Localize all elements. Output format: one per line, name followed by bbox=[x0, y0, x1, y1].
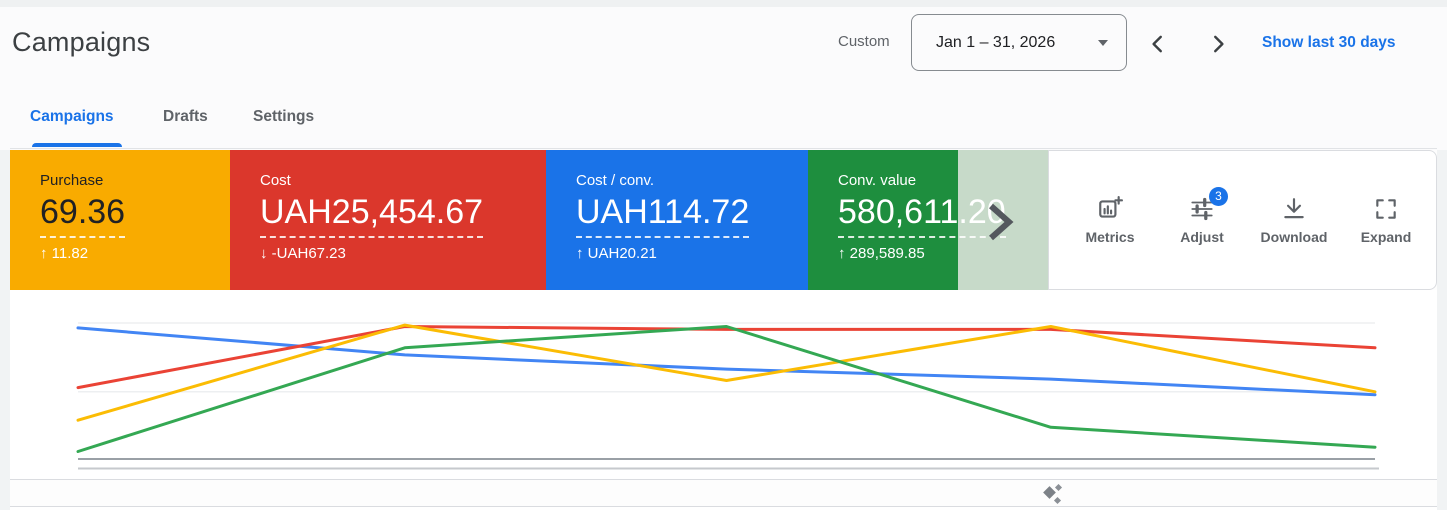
previous-period-button[interactable] bbox=[1144, 30, 1172, 58]
expand-icon bbox=[1373, 196, 1399, 222]
chevron-right-icon bbox=[1207, 33, 1229, 55]
date-range-mode-label: Custom bbox=[838, 33, 890, 50]
series-line-purchase bbox=[78, 325, 1375, 420]
scorecard-value: UAH25,454.67 bbox=[260, 192, 483, 238]
expand-label: Expand bbox=[1361, 229, 1412, 245]
scorecards-next-button[interactable] bbox=[986, 202, 1016, 247]
tab-campaigns[interactable]: Campaigns bbox=[30, 108, 114, 126]
scorecard-label: Conv. value bbox=[838, 172, 958, 189]
adjust-badge: 3 bbox=[1209, 187, 1228, 206]
page-title: Campaigns bbox=[12, 27, 150, 58]
sparkle-icon bbox=[1040, 484, 1066, 506]
performance-chart bbox=[10, 290, 1437, 480]
left-page-margin bbox=[0, 150, 10, 510]
scorecard-value: UAH114.72 bbox=[576, 192, 749, 238]
expand-button[interactable]: Expand bbox=[1343, 196, 1429, 245]
scorecard-label: Cost bbox=[260, 172, 546, 189]
tab-settings[interactable]: Settings bbox=[253, 108, 314, 126]
scorecard-delta: ↑ UAH20.21 bbox=[576, 245, 808, 262]
scorecard-conv-value[interactable]: Conv. value 580,611.20 ↑ 289,589.85 bbox=[808, 150, 958, 290]
chart-toolbar: Metrics 3 Adjust Download Expand bbox=[1048, 150, 1437, 290]
adjust-button[interactable]: 3 Adjust bbox=[1159, 196, 1245, 245]
scorecard-cost-per-conv[interactable]: Cost / conv. UAH114.72 ↑ UAH20.21 bbox=[546, 150, 808, 290]
metrics-chart-icon bbox=[1097, 196, 1123, 222]
right-page-margin bbox=[1437, 150, 1447, 510]
next-period-button[interactable] bbox=[1204, 30, 1232, 58]
panel-divider bbox=[10, 479, 1437, 480]
chevron-left-icon bbox=[1147, 33, 1169, 55]
date-range-picker[interactable]: Jan 1 – 31, 2026 bbox=[911, 14, 1127, 71]
show-last-30-days-link[interactable]: Show last 30 days bbox=[1262, 34, 1396, 52]
series-line-cost bbox=[78, 327, 1375, 388]
date-range-value: Jan 1 – 31, 2026 bbox=[936, 34, 1090, 52]
header bbox=[0, 7, 1447, 150]
scorecard-delta: ↑ 11.82 bbox=[40, 245, 230, 262]
campaigns-page: Campaigns Custom Jan 1 – 31, 2026 Show l… bbox=[0, 0, 1447, 510]
tabs-divider bbox=[10, 148, 1437, 149]
scorecard-label: Cost / conv. bbox=[576, 172, 808, 189]
scorecard-delta: ↓ -UAH67.23 bbox=[260, 245, 546, 262]
scorecard-value: 69.36 bbox=[40, 192, 125, 238]
tab-drafts[interactable]: Drafts bbox=[163, 108, 208, 126]
download-icon bbox=[1281, 196, 1307, 222]
scorecard-value: 580,611.20 bbox=[838, 192, 1006, 238]
scorecard-purchase[interactable]: Purchase 69.36 ↑ 11.82 bbox=[10, 150, 230, 290]
scorecard-label: Purchase bbox=[40, 172, 230, 189]
scorecard-delta: ↑ 289,589.85 bbox=[838, 245, 958, 262]
top-divider bbox=[0, 0, 1447, 7]
download-button[interactable]: Download bbox=[1251, 196, 1337, 245]
chevron-right-icon bbox=[986, 202, 1016, 242]
scorecard-cost[interactable]: Cost UAH25,454.67 ↓ -UAH67.23 bbox=[230, 150, 546, 290]
active-tab-indicator bbox=[32, 143, 122, 147]
performance-chart-svg bbox=[10, 290, 1437, 480]
adjust-label: Adjust bbox=[1180, 229, 1224, 245]
metrics-button[interactable]: Metrics bbox=[1067, 196, 1153, 245]
metrics-label: Metrics bbox=[1085, 229, 1134, 245]
download-label: Download bbox=[1261, 229, 1328, 245]
chevron-down-icon bbox=[1098, 40, 1108, 46]
